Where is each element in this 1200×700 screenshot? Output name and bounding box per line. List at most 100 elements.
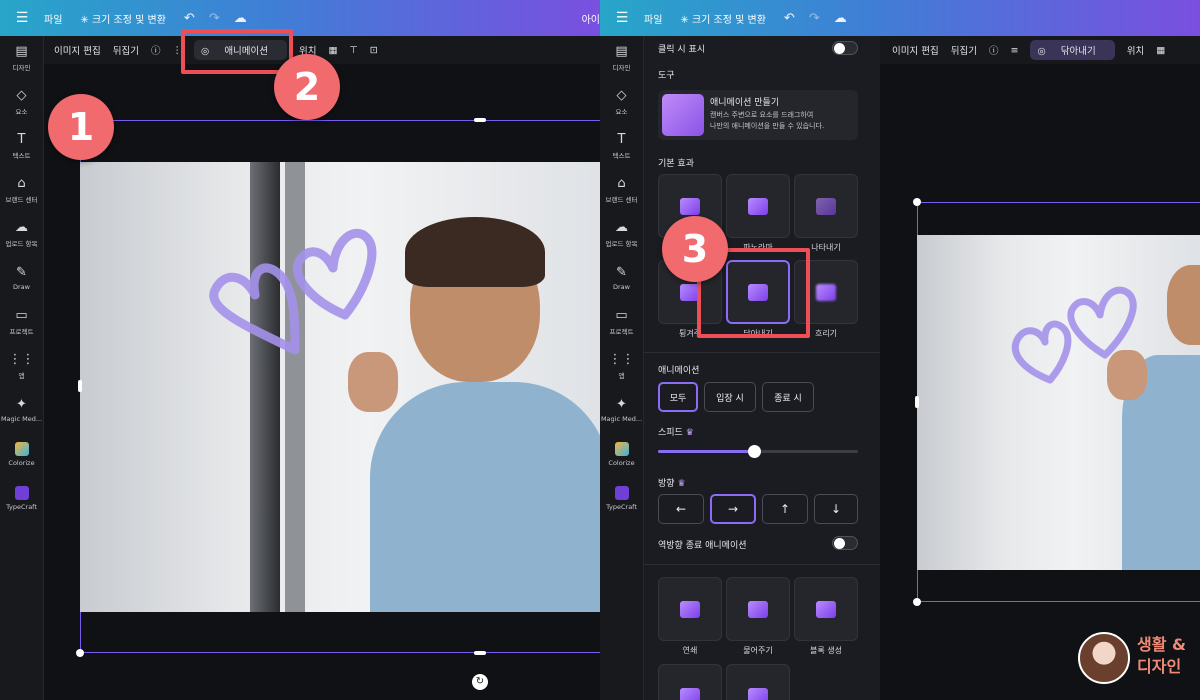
flip-button[interactable]: 뒤집기 <box>113 43 139 57</box>
lock-icon[interactable]: ⊡ <box>370 45 378 56</box>
redo-icon[interactable]: ↷ <box>209 11 220 26</box>
rail-elements[interactable]: ◇ 요소 <box>600 80 643 124</box>
rail-projects[interactable]: ▭ 프로젝트 <box>0 300 43 344</box>
info-icon[interactable]: ⓘ <box>151 43 161 57</box>
menu-icon[interactable]: ☰ <box>0 10 44 26</box>
apps-icon: ⋮⋮ <box>8 352 35 367</box>
text-icon: T <box>17 132 26 147</box>
cloud-save-icon[interactable]: ☁ <box>834 11 847 26</box>
rail-magic-media[interactable]: ✦ Magic Med... <box>0 388 43 432</box>
effect-tile[interactable] <box>658 664 722 700</box>
brand-icon: ⌂ <box>617 176 626 191</box>
edit-image-button[interactable]: 이미지 편집 <box>54 43 101 57</box>
redo-icon[interactable]: ↷ <box>809 11 820 26</box>
top-menu-bar: ☰ 파일 ✳ 크기 조정 및 변환 ↶ ↷ ☁ 아이 <box>0 0 600 36</box>
speed-slider-knob[interactable] <box>748 445 761 458</box>
resize-handle-bottom[interactable] <box>474 651 486 655</box>
direction-right-button[interactable]: → <box>710 494 756 524</box>
undo-icon[interactable]: ↶ <box>184 11 195 26</box>
file-menu[interactable]: 파일 <box>644 11 662 26</box>
cloud-save-icon[interactable]: ☁ <box>234 11 247 26</box>
speed-slider[interactable] <box>658 445 858 458</box>
transparency-icon[interactable]: ▦ <box>329 45 338 56</box>
effect-tile-reveal[interactable] <box>794 174 858 238</box>
corner-handle[interactable] <box>913 198 921 206</box>
hearts-doodle <box>1011 286 1137 384</box>
effect-tile-pop[interactable] <box>726 577 790 641</box>
effect-label: 블록 생성 <box>810 646 842 655</box>
resize-handle-left[interactable] <box>915 396 919 408</box>
transparency-icon[interactable]: ▦ <box>1156 45 1165 56</box>
highlight-animate-button <box>181 29 293 74</box>
position-button[interactable]: 위치 <box>1127 43 1144 57</box>
corner-handle[interactable] <box>76 649 84 657</box>
rail-typecraft[interactable]: TypeCraft <box>0 476 43 520</box>
effect-tile-panorama[interactable] <box>726 174 790 238</box>
tools-heading: 도구 <box>658 71 675 81</box>
hearts-doodle <box>209 228 377 355</box>
direction-left-button[interactable]: ← <box>658 494 704 524</box>
effect-label: 연쇄 <box>682 646 698 655</box>
resize-handle-top[interactable] <box>474 118 486 122</box>
scope-enter-button[interactable]: 입장 시 <box>704 382 756 412</box>
rail-draw[interactable]: ✎ Draw <box>0 256 43 300</box>
rail-upload[interactable]: ☁ 업로드 항목 <box>0 212 43 256</box>
edit-image-button[interactable]: 이미지 편집 <box>892 43 939 57</box>
rail-brand[interactable]: ⌂ 브랜드 센터 <box>0 168 43 212</box>
rail-design[interactable]: ▤ 디자인 <box>600 36 643 80</box>
direction-up-button[interactable]: ↑ <box>762 494 808 524</box>
undo-icon[interactable]: ↶ <box>784 11 795 26</box>
file-menu[interactable]: 파일 <box>44 11 62 26</box>
effect-tile-chain[interactable] <box>658 577 722 641</box>
brand-avatar-logo <box>1078 632 1130 684</box>
effect-tile-block[interactable] <box>794 577 858 641</box>
rail-apps[interactable]: ⋮⋮ 앱 <box>0 344 43 388</box>
rail-design[interactable]: ▤ 디자인 <box>0 36 43 80</box>
rail-colorize[interactable]: Colorize <box>0 432 43 476</box>
rail-upload[interactable]: ☁ 업로드 항목 <box>600 212 643 256</box>
direction-label: 방향 ♛ <box>658 479 686 489</box>
rail-apps[interactable]: ⋮⋮ 앱 <box>600 344 643 388</box>
draw-icon: ✎ <box>616 265 627 280</box>
effect-thumbnail <box>680 600 700 618</box>
scope-exit-button[interactable]: 종료 시 <box>762 382 814 412</box>
rail-typecraft[interactable]: TypeCraft <box>600 476 643 520</box>
crown-icon: ♛ <box>677 479 686 489</box>
line-spacing-icon[interactable]: ≡ <box>1010 45 1018 56</box>
speed-slider-fill <box>658 450 754 453</box>
corner-handle[interactable] <box>913 598 921 606</box>
paint-roller-icon[interactable]: ⊤ <box>349 45 357 56</box>
rail-draw[interactable]: ✎ Draw <box>600 256 643 300</box>
create-animation-title: 애니메이션 만들기 <box>710 98 780 108</box>
menu-icon[interactable]: ☰ <box>600 10 644 26</box>
apps-icon: ⋮⋮ <box>608 352 635 367</box>
left-rail: ▤ 디자인 ◇ 요소 T 텍스트 ⌂ 브랜드 센터 ☁ 업로드 항목 ✎ Draw ▭ 프로젝… <box>600 36 644 700</box>
effect-tile[interactable] <box>726 664 790 700</box>
reverse-exit-toggle[interactable] <box>832 536 858 550</box>
scope-all-button[interactable]: 모두 <box>658 382 698 412</box>
rail-text[interactable]: T 텍스트 <box>0 124 43 168</box>
context-toolbar: 이미지 편집 뒤집기 ⓘ ≡ ◎ 닦아내기 위치 ▦ <box>880 36 1200 64</box>
rail-projects[interactable]: ▭ 프로젝트 <box>600 300 643 344</box>
show-on-click-toggle[interactable] <box>832 41 858 55</box>
resize-menu[interactable]: ✳ 크기 조정 및 변환 <box>680 11 766 26</box>
flip-button[interactable]: 뒤집기 <box>951 43 977 57</box>
elements-icon: ◇ <box>616 88 627 103</box>
upload-icon: ☁ <box>15 220 28 235</box>
rail-elements[interactable]: ◇ 요소 <box>0 80 43 124</box>
animate-button[interactable]: ◎ 닦아내기 <box>1030 40 1115 60</box>
rotate-icon[interactable]: ↻ <box>472 674 488 690</box>
divider <box>644 564 880 565</box>
direction-down-button[interactable]: ↓ <box>814 494 858 524</box>
resize-menu[interactable]: ✳ 크기 조정 및 변환 <box>80 11 166 26</box>
brand-icon: ⌂ <box>17 176 26 191</box>
rail-colorize[interactable]: Colorize <box>600 432 643 476</box>
rail-brand[interactable]: ⌂ 브랜드 센터 <box>600 168 643 212</box>
create-animation-card[interactable]: 애니메이션 만들기 캔버스 주변으로 요소를 드래그하여 나만의 애니메이션을 … <box>658 90 858 140</box>
rail-text[interactable]: T 텍스트 <box>600 124 643 168</box>
resize-handle-left[interactable] <box>78 380 82 392</box>
effect-thumbnail <box>748 197 768 215</box>
info-icon[interactable]: ⓘ <box>989 43 999 57</box>
rail-magic-media[interactable]: ✦ Magic Med... <box>600 388 643 432</box>
magic-media-icon: ✦ <box>616 397 627 412</box>
